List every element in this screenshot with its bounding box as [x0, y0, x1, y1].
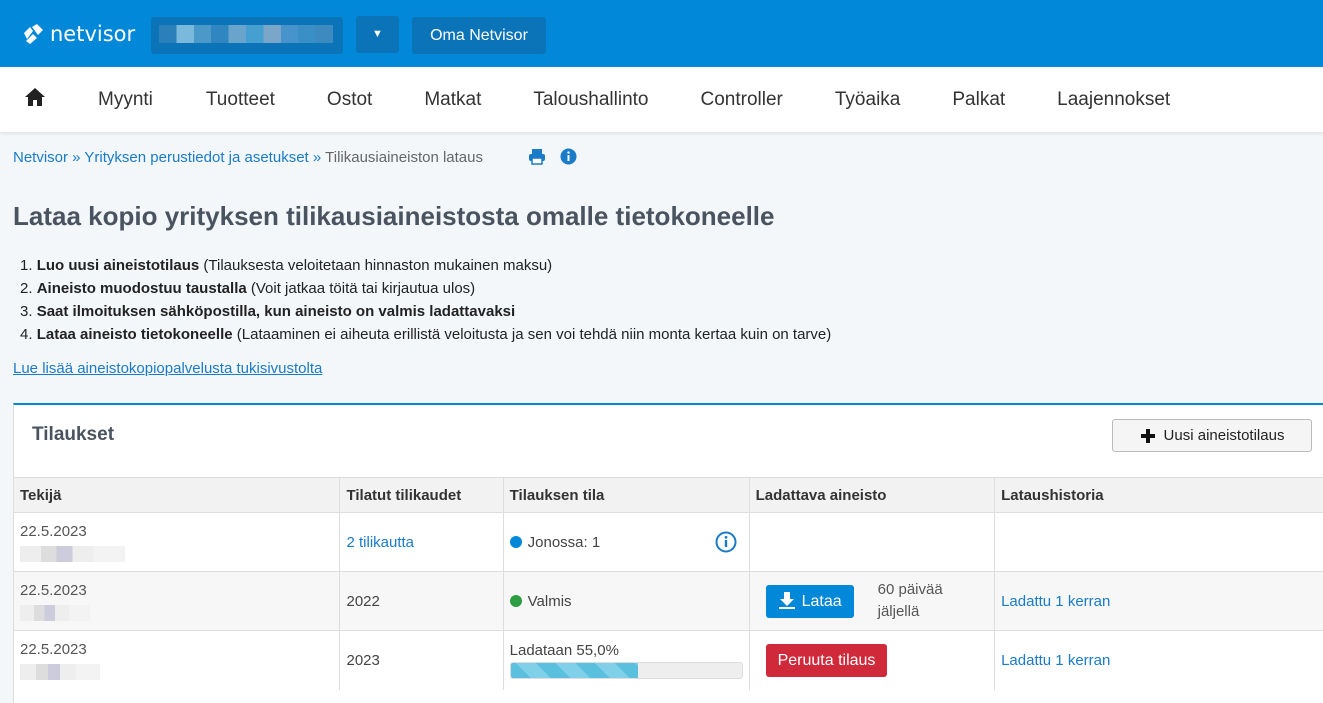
progress-bar: [509, 661, 743, 679]
info-icon[interactable]: [560, 148, 577, 169]
order-date: 22.5.2023: [20, 640, 87, 658]
table-row: 22.5.2023 2023 Ladataan 55,0% Peruuta ti…: [14, 630, 1323, 690]
nav-laajennokset[interactable]: Laajennokset: [1057, 89, 1170, 111]
breadcrumb-settings[interactable]: Yrityksen perustiedot ja asetukset: [84, 149, 308, 166]
new-order-button[interactable]: Uusi aineistotilaus: [1112, 419, 1312, 452]
nav-taloushallinto[interactable]: Taloushallinto: [533, 89, 648, 111]
col-history: Lataushistoria: [994, 477, 1323, 513]
progress-fill: [510, 662, 638, 678]
caret-down-icon: ▼: [372, 28, 383, 40]
support-link[interactable]: Lue lisää aineistokopiopalvelusta tukisi…: [13, 360, 322, 377]
nav-ostot[interactable]: Ostot: [327, 89, 372, 111]
home-icon[interactable]: [24, 87, 48, 112]
breadcrumb: Netvisor » Yrityksen perustiedot ja aset…: [13, 148, 577, 166]
history-link[interactable]: Ladattu 1 kerran: [1001, 593, 1110, 610]
status-dot: [509, 594, 522, 607]
page-title: Lataa kopio yrityksen tilikausiaineistos…: [13, 201, 775, 231]
company-dropdown-button[interactable]: ▼: [356, 16, 399, 53]
breadcrumb-separator: »: [308, 149, 326, 166]
oma-netvisor-button[interactable]: Oma Netvisor: [412, 17, 546, 54]
col-periods: Tilatut tilikaudet: [339, 477, 504, 513]
new-order-label: Uusi aineistotilaus: [1163, 427, 1285, 444]
step: 4. Lataa aineisto tietokoneelle (Lataami…: [20, 326, 832, 343]
info-icon[interactable]: [715, 531, 737, 557]
logo-text: netvisor: [50, 22, 136, 46]
status-text: Valmis: [527, 592, 572, 610]
print-icon[interactable]: [528, 148, 546, 169]
nav-tuotteet[interactable]: Tuotteet: [206, 89, 275, 111]
nav-palkat[interactable]: Palkat: [952, 89, 1005, 111]
step: 2. Aineisto muodostuu taustalla (Voit ja…: [20, 280, 476, 297]
col-status: Tilauksen tila: [503, 477, 750, 513]
breadcrumb-current: Tilikausiaineiston lataus: [325, 149, 483, 166]
status-dot: [509, 535, 522, 548]
steps-list: 1. Luo uusi aineistotilaus (Tilauksesta …: [20, 254, 831, 346]
order-date: 22.5.2023: [20, 522, 87, 540]
nav-tyoaika[interactable]: Työaika: [835, 89, 900, 111]
plus-icon: [1140, 428, 1155, 443]
step: 1. Luo uusi aineistotilaus (Tilauksesta …: [20, 257, 553, 274]
orders-table: Tekijä Tilatut tilikaudet Tilauksen tila…: [14, 477, 1323, 690]
download-icon: [778, 591, 795, 609]
orders-panel: Tilaukset Uusi aineistotilaus Tekijä Til…: [13, 403, 1323, 703]
cancel-order-button[interactable]: Peruuta tilaus: [765, 643, 888, 677]
user-name-redacted: [20, 545, 125, 562]
step: 3. Saat ilmoituksen sähköpostilla, kun a…: [20, 303, 516, 320]
user-name-redacted: [20, 604, 90, 621]
periods: 2022: [339, 571, 504, 631]
order-date: 22.5.2023: [20, 581, 87, 599]
download-button[interactable]: Lataa: [765, 584, 854, 618]
company-selector[interactable]: [151, 17, 343, 54]
logo[interactable]: netvisor: [22, 22, 135, 46]
periods-link[interactable]: 2 tilikautta: [346, 534, 414, 551]
status-text: Jonossa: 1: [527, 533, 601, 551]
history-link[interactable]: Ladattu 1 kerran: [1001, 652, 1110, 669]
table-row: 22.5.2023 2 tilikautta Jonossa: 1: [14, 512, 1323, 572]
panel-title: Tilaukset: [32, 424, 115, 445]
col-download: Ladattava aineisto: [749, 477, 996, 513]
table-header-row: Tekijä Tilatut tilikaudet Tilauksen tila…: [14, 477, 1323, 513]
col-tekija: Tekijä: [14, 477, 341, 513]
top-bar: netvisor ▼ Oma Netvisor: [0, 0, 1323, 67]
nav-controller[interactable]: Controller: [701, 89, 783, 111]
breadcrumb-separator: »: [68, 149, 85, 166]
table-row: 22.5.2023 2022 Valmis Lataa 60 päivää jä…: [14, 571, 1323, 631]
nav-matkat[interactable]: Matkat: [424, 89, 481, 111]
status-text: Ladataan 55,0%: [509, 641, 619, 659]
nav-myynti[interactable]: Myynti: [98, 89, 153, 111]
main-nav: Myynti Tuotteet Ostot Matkat Taloushalli…: [0, 67, 1323, 132]
company-name-redacted: [159, 25, 333, 43]
netvisor-logo-icon: [24, 24, 43, 44]
breadcrumb-netvisor[interactable]: Netvisor: [13, 149, 68, 166]
remaining-days: 60 päivää jäljellä: [877, 581, 943, 620]
periods: 2023: [339, 630, 504, 690]
user-name-redacted: [20, 663, 100, 680]
